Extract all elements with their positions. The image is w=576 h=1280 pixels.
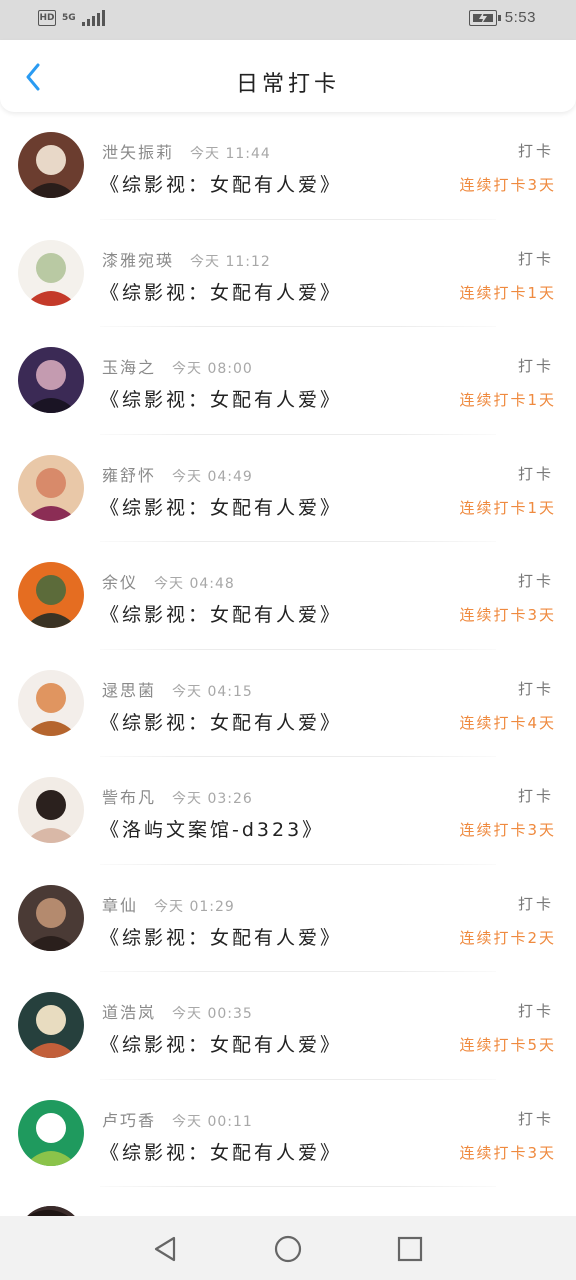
checkin-time: 今天 11:44 xyxy=(190,146,271,162)
book-title[interactable]: 《综影视：女配有人爱》 xyxy=(100,278,342,305)
checkin-label: 打卡 xyxy=(517,1109,554,1128)
system-nav-bar xyxy=(0,1216,576,1280)
battery-icon xyxy=(468,9,501,26)
list-item[interactable]: 玉海之 今天 08:00 《综影视：女配有人爱》 打卡 连续打卡1天 xyxy=(0,327,576,435)
book-title[interactable]: 《综影视：女配有人爱》 xyxy=(100,385,342,412)
user-name[interactable]: 章仙 xyxy=(102,892,138,916)
list-item[interactable]: 訾布凡 今天 03:26 《洛屿文案馆-d323》 打卡 连续打卡3天 xyxy=(0,757,576,865)
user-meta: 卢巧香 今天 00:11 xyxy=(102,1107,253,1131)
signal-strength-icon xyxy=(81,10,105,26)
book-title[interactable]: 《综影视：女配有人爱》 xyxy=(100,1138,342,1165)
nav-recents-button[interactable] xyxy=(393,1232,427,1266)
triangle-back-icon xyxy=(154,1236,176,1262)
user-meta: 逯思菌 今天 04:15 xyxy=(102,677,253,701)
user-meta: 玉海之 今天 08:00 xyxy=(102,354,253,378)
checkin-label: 打卡 xyxy=(517,1002,554,1020)
clock: 5:53 xyxy=(504,9,536,26)
user-meta: 泄矢振莉 今天 11:44 xyxy=(102,139,271,163)
book-title[interactable]: 《洛屿文案馆-d323》 xyxy=(100,815,324,842)
checkin-time: 今天 04:49 xyxy=(172,468,253,485)
book-title[interactable]: 《综影视：女配有人爱》 xyxy=(100,493,342,520)
book-title[interactable]: 《综影视：女配有人爱》 xyxy=(100,170,342,197)
avatar[interactable] xyxy=(18,992,84,1058)
checkin-time: 今天 01:29 xyxy=(154,898,235,915)
streak-badge: 连续打卡3天 xyxy=(459,1143,556,1162)
list-item[interactable]: 逯思菌 今天 04:15 《综影视：女配有人爱》 打卡 连续打卡4天 xyxy=(0,650,576,757)
nav-back-button[interactable] xyxy=(148,1232,182,1266)
checkin-label: 打卡 xyxy=(517,894,554,913)
avatar[interactable] xyxy=(18,454,84,521)
book-title[interactable]: 《综影视：女配有人爱》 xyxy=(100,923,342,950)
page-title: 日常打卡 xyxy=(235,72,340,97)
user-meta: 道浩岚 今天 00:35 xyxy=(102,999,253,1023)
user-meta: 章仙 今天 01:29 xyxy=(102,892,235,916)
book-title[interactable]: 《综影视：女配有人爱》 xyxy=(100,600,342,627)
checkin-time: 今天 00:11 xyxy=(172,1113,253,1130)
list-item[interactable]: 雍舒怀 今天 04:49 《综影视：女配有人爱》 打卡 连续打卡1天 xyxy=(0,435,576,542)
checkin-time: 今天 08:00 xyxy=(172,361,253,377)
list-item[interactable]: 泄矢振莉 今天 11:44 《综影视：女配有人爱》 打卡 连续打卡3天 xyxy=(0,112,576,220)
user-meta: 漆雅宛瑛 今天 11:12 xyxy=(102,247,271,271)
avatar[interactable] xyxy=(18,347,84,413)
circle-home-icon xyxy=(274,1235,302,1263)
avatar[interactable] xyxy=(18,1099,84,1166)
user-name[interactable]: 訾布凡 xyxy=(102,784,156,808)
checkin-time: 今天 00:35 xyxy=(172,1006,253,1022)
user-meta: 余仪 今天 04:48 xyxy=(102,569,235,593)
user-name[interactable]: 卢巧香 xyxy=(102,1107,156,1131)
hd-badge: HD xyxy=(38,10,56,26)
avatar[interactable] xyxy=(18,132,84,198)
checkin-time: 今天 11:12 xyxy=(190,253,271,270)
network-type-label: 5G xyxy=(62,12,76,23)
user-name[interactable]: 雍舒怀 xyxy=(102,462,156,486)
list-item[interactable]: 道浩岚 今天 00:35 《综影视：女配有人爱》 打卡 连续打卡5天 xyxy=(0,972,576,1080)
checkin-label: 打卡 xyxy=(517,464,554,483)
streak-badge: 连续打卡1天 xyxy=(459,391,556,409)
checkin-label: 打卡 xyxy=(517,572,554,590)
checkin-time: 今天 04:48 xyxy=(154,576,235,592)
streak-badge: 连续打卡4天 xyxy=(459,713,556,732)
status-bar: HD 5G 5:53 xyxy=(0,0,576,40)
app-header: 日常打卡 xyxy=(0,40,576,112)
checkin-time: 今天 03:26 xyxy=(172,791,253,807)
book-title[interactable]: 《综影视：女配有人爱》 xyxy=(100,1030,342,1057)
streak-badge: 连续打卡3天 xyxy=(459,606,556,624)
user-name[interactable]: 漆雅宛瑛 xyxy=(102,247,174,271)
streak-badge: 连续打卡2天 xyxy=(459,928,556,947)
list-item[interactable]: 漆雅宛瑛 今天 11:12 《综影视：女配有人爱》 打卡 连续打卡1天 xyxy=(0,220,576,327)
user-name[interactable]: 泄矢振莉 xyxy=(102,139,174,163)
list-item[interactable]: 余仪 今天 04:48 《综影视：女配有人爱》 打卡 连续打卡3天 xyxy=(0,542,576,650)
user-meta: 訾布凡 今天 03:26 xyxy=(102,784,253,808)
status-indicators: HD 5G xyxy=(38,10,105,26)
checkin-label: 打卡 xyxy=(517,357,554,375)
avatar[interactable] xyxy=(18,777,84,843)
checkin-label: 打卡 xyxy=(517,249,554,268)
nav-home-button[interactable] xyxy=(271,1232,305,1266)
streak-badge: 连续打卡3天 xyxy=(459,176,556,194)
list-item[interactable]: 章仙 今天 01:29 《综影视：女配有人爱》 打卡 连续打卡2天 xyxy=(0,865,576,972)
checkin-label: 打卡 xyxy=(517,787,554,805)
checkin-label: 打卡 xyxy=(517,679,554,698)
checkin-label: 打卡 xyxy=(517,142,554,160)
book-title[interactable]: 《综影视：女配有人爱》 xyxy=(100,708,342,735)
divider xyxy=(100,1186,496,1187)
avatar[interactable] xyxy=(18,239,84,306)
user-meta: 雍舒怀 今天 04:49 xyxy=(102,462,253,486)
user-name[interactable]: 余仪 xyxy=(102,569,138,593)
streak-badge: 连续打卡1天 xyxy=(459,498,556,517)
avatar[interactable] xyxy=(18,669,84,736)
streak-badge: 连续打卡3天 xyxy=(459,821,556,839)
streak-badge: 连续打卡5天 xyxy=(459,1036,556,1054)
list-item[interactable]: 卢巧香 今天 00:11 《综影视：女配有人爱》 打卡 连续打卡3天 xyxy=(0,1080,576,1187)
avatar[interactable] xyxy=(18,884,84,951)
status-right: 5:53 xyxy=(468,9,536,26)
user-name[interactable]: 逯思菌 xyxy=(102,677,156,701)
user-name[interactable]: 道浩岚 xyxy=(102,999,156,1023)
checkin-list: 泄矢振莉 今天 11:44 《综影视：女配有人爱》 打卡 连续打卡3天 漆雅宛瑛… xyxy=(0,112,576,1187)
user-name[interactable]: 玉海之 xyxy=(102,354,156,378)
checkin-time: 今天 04:15 xyxy=(172,683,253,700)
square-recents-icon xyxy=(397,1236,423,1262)
streak-badge: 连续打卡1天 xyxy=(459,283,556,302)
avatar[interactable] xyxy=(18,562,84,628)
